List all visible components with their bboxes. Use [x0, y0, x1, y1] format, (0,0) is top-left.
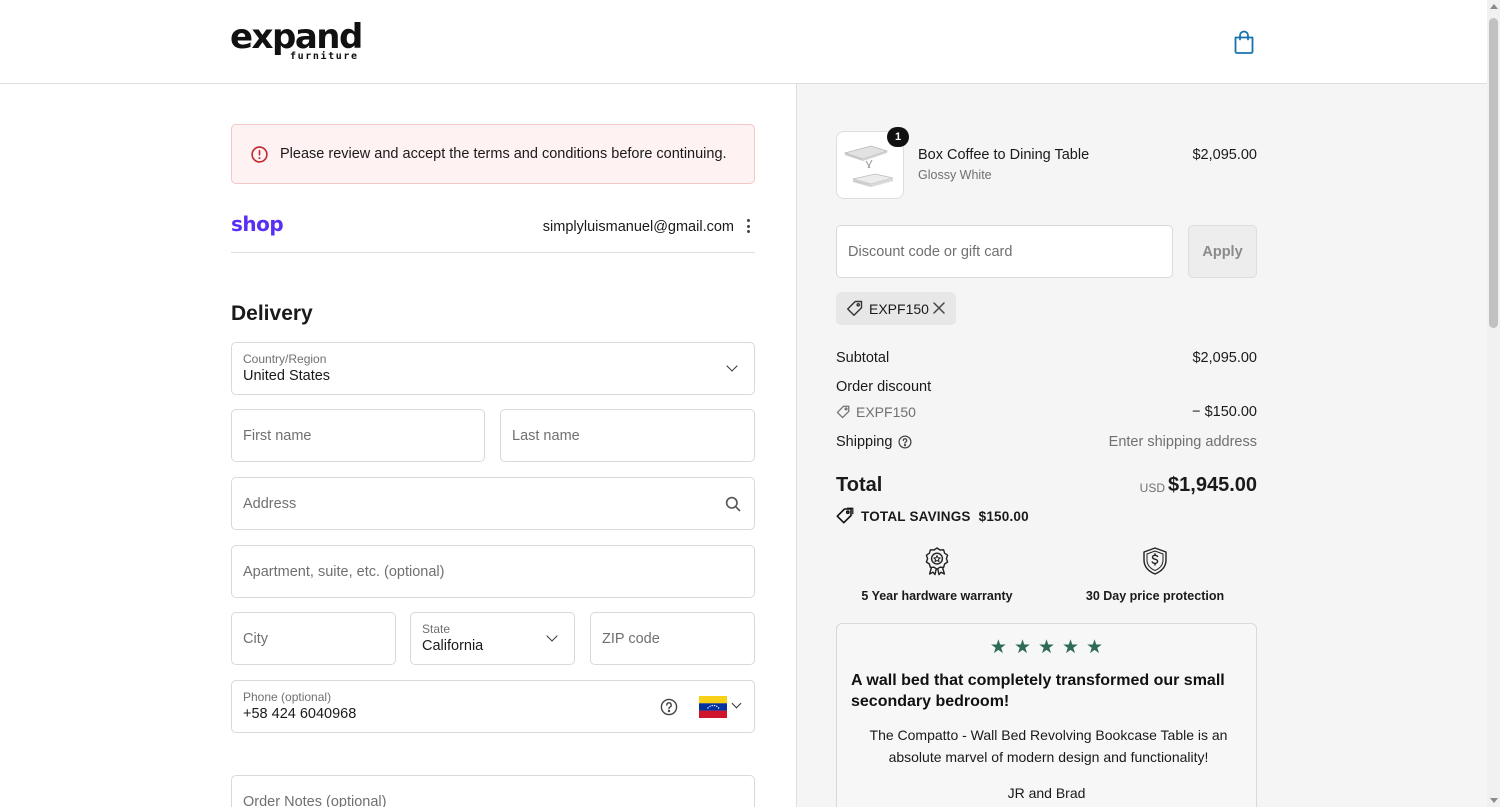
- savings-value: $150.00: [978, 508, 1029, 524]
- header: expand furniture: [0, 0, 1487, 84]
- chevron-down-icon: [546, 630, 558, 642]
- page-scrollbar[interactable]: [1487, 0, 1500, 807]
- shopping-bag-icon: [1234, 30, 1254, 54]
- cart-button[interactable]: [1232, 29, 1256, 55]
- phone-label: Phone (optional): [243, 690, 332, 704]
- review-author: JR and Brad: [1007, 785, 1086, 801]
- alert-circle-icon: [251, 145, 268, 163]
- tag-icon: [847, 300, 863, 316]
- alert-message: Please review and accept the terms and c…: [280, 146, 727, 162]
- zip-placeholder: ZIP code: [602, 630, 660, 647]
- terms-error-banner: Please review and accept the terms and c…: [231, 124, 755, 184]
- discount-code-row: EXPF150: [836, 404, 916, 420]
- product-price: $2,095.00: [1192, 147, 1257, 163]
- scroll-down-arrow-icon[interactable]: [1490, 798, 1498, 803]
- venezuela-flag-icon[interactable]: [699, 696, 727, 718]
- tag-icon: [836, 405, 850, 419]
- apartment-field[interactable]: Apartment, suite, etc. (optional): [231, 545, 755, 598]
- apply-discount-button[interactable]: Apply: [1188, 225, 1257, 278]
- first-name-placeholder: First name: [243, 427, 312, 444]
- warranty-label: 5 Year hardware warranty: [861, 589, 1013, 603]
- subtotal-value: $2,095.00: [1192, 350, 1257, 366]
- discount-code-label: EXPF150: [856, 404, 916, 420]
- shipping-value: Enter shipping address: [1108, 434, 1257, 450]
- tag-icon: [836, 507, 854, 524]
- phone-value: +58 424 6040968: [243, 706, 357, 722]
- order-notes-field[interactable]: Order Notes (optional): [231, 775, 755, 807]
- shield-dollar-icon: [1143, 547, 1167, 575]
- discount-value: − $150.00: [1192, 404, 1257, 420]
- scrollbar-thumb[interactable]: [1489, 18, 1498, 328]
- last-name-placeholder: Last name: [512, 427, 580, 444]
- discount-code-input[interactable]: Discount code or gift card: [836, 225, 1173, 278]
- warranty-badge: 5 Year hardware warranty: [842, 546, 1032, 603]
- remove-discount-close-icon[interactable]: [932, 301, 946, 315]
- city-placeholder: City: [243, 630, 268, 647]
- country-value: United States: [243, 368, 331, 384]
- divider: [231, 252, 755, 253]
- award-ribbon-icon: [925, 547, 949, 576]
- address-placeholder: Address: [243, 495, 297, 512]
- quantity-badge: 1: [887, 127, 909, 147]
- order-notes-placeholder: Order Notes (optional): [243, 794, 387, 807]
- address-field[interactable]: Address: [231, 477, 755, 530]
- subtotal-label: Subtotal: [836, 350, 890, 366]
- city-field[interactable]: City: [231, 612, 396, 665]
- logo-wordmark: expand: [230, 17, 363, 57]
- apartment-placeholder: Apartment, suite, etc. (optional): [243, 563, 445, 580]
- last-name-field[interactable]: Last name: [500, 409, 755, 462]
- five-star-rating: ★★★★★: [989, 637, 1111, 658]
- question-circle-icon[interactable]: [898, 435, 912, 449]
- total-label: Total: [836, 474, 883, 496]
- country-label: Country/Region: [243, 352, 327, 366]
- country-select[interactable]: Country/Region United States: [231, 342, 755, 395]
- chevron-down-icon: [726, 360, 738, 372]
- state-label: State: [422, 622, 451, 636]
- savings-label: TOTAL SAVINGS: [861, 508, 971, 524]
- delivery-heading: Delivery: [231, 302, 313, 325]
- applied-discount-code: EXPF150: [869, 300, 929, 317]
- applied-discount-chip: EXPF150: [836, 292, 956, 325]
- scroll-up-arrow-icon[interactable]: [1490, 4, 1498, 9]
- total-amount: $1,945.00: [1168, 474, 1257, 496]
- shop-pay-logo: shop: [231, 212, 284, 236]
- zip-field[interactable]: ZIP code: [590, 612, 755, 665]
- customer-review-card: ★★★★★ A wall bed that completely transfo…: [836, 623, 1257, 807]
- expand-furniture-logo[interactable]: expand furniture: [230, 17, 363, 64]
- discount-placeholder: Discount code or gift card: [848, 244, 1013, 260]
- search-icon[interactable]: [725, 496, 741, 512]
- logo-subtitle: furniture: [290, 51, 359, 62]
- total-savings: TOTAL SAVINGS $150.00: [836, 507, 1029, 525]
- chevron-down-icon[interactable]: [731, 698, 742, 709]
- order-discount-label: Order discount: [836, 379, 932, 395]
- price-protection-label: 30 Day price protection: [1085, 589, 1225, 603]
- account-email: simplyluismanuel@gmail.com: [542, 219, 734, 235]
- price-protection-badge: 30 Day price protection: [1060, 546, 1250, 603]
- state-select[interactable]: State California: [410, 612, 575, 665]
- review-title: A wall bed that completely transformed o…: [851, 672, 1225, 710]
- review-body: The Compatto - Wall Bed Revolving Bookca…: [869, 727, 1228, 765]
- product-variant: Glossy White: [918, 168, 992, 182]
- phone-field[interactable]: Phone (optional) +58 424 6040968: [231, 680, 755, 733]
- shipping-label: Shipping: [836, 434, 893, 450]
- question-circle-icon[interactable]: [660, 698, 678, 716]
- kebab-menu-icon[interactable]: [743, 217, 753, 235]
- product-name: Box Coffee to Dining Table: [918, 147, 1090, 163]
- first-name-field[interactable]: First name: [231, 409, 485, 462]
- total-currency: USD: [1139, 481, 1165, 495]
- state-value: California: [422, 638, 484, 654]
- shipping-row: Shipping: [836, 434, 912, 450]
